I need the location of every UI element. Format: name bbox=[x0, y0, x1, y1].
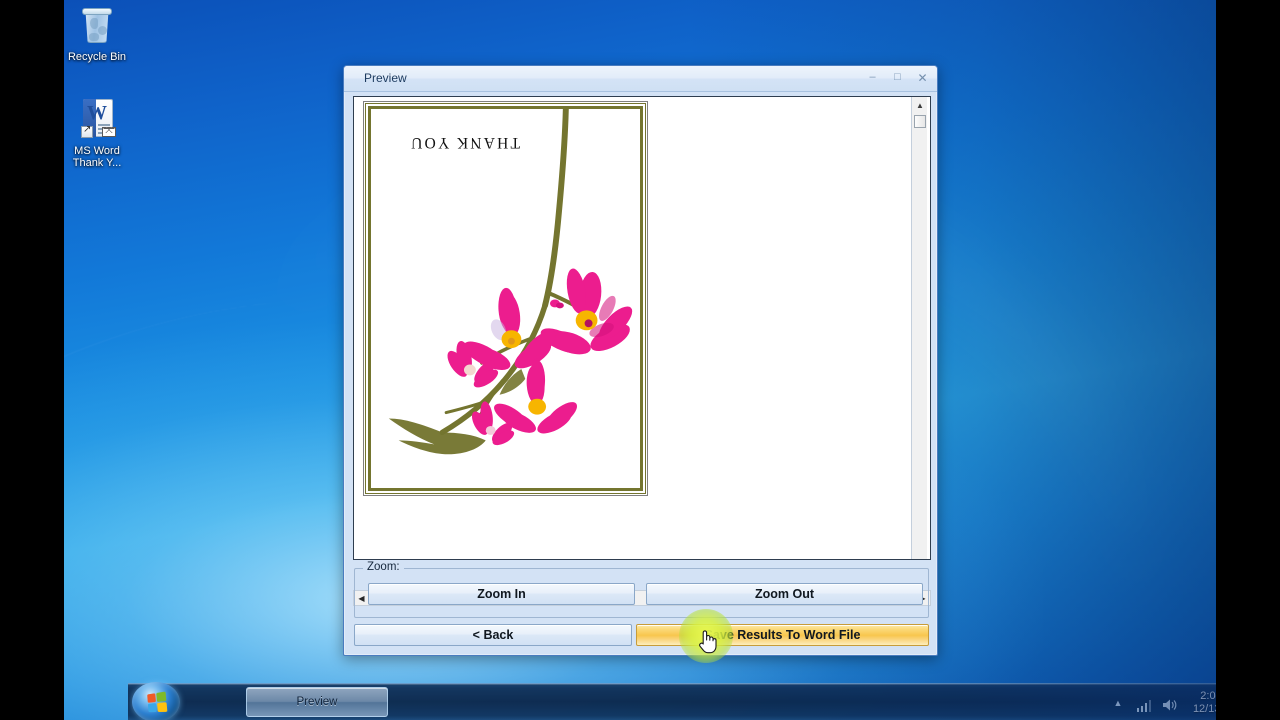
preview-window[interactable]: Preview – □ ✕ THANK YOU ▲ ◀ Zoom: Zoom I… bbox=[343, 65, 938, 656]
recycle-bin-icon bbox=[64, 4, 139, 48]
desktop-icon-label: Recycle Bin bbox=[67, 51, 127, 63]
close-button[interactable]: ✕ bbox=[914, 70, 931, 85]
volume-icon[interactable] bbox=[1161, 694, 1179, 712]
window-title: Preview bbox=[364, 71, 407, 85]
system-tray: ▲ 2:04 AM 12/13/2012 bbox=[1109, 684, 1216, 720]
document-page: THANK YOU bbox=[363, 101, 648, 496]
zoom-out-button[interactable]: Zoom Out bbox=[646, 583, 923, 605]
minimize-button[interactable]: – bbox=[864, 70, 881, 85]
maximize-button[interactable]: □ bbox=[889, 70, 906, 85]
clock-time: 2:04 AM bbox=[1200, 689, 1216, 702]
screen: Recycle Bin W MS Word Thank Y... bbox=[0, 0, 1280, 720]
vertical-scrollbar-thumb[interactable] bbox=[914, 115, 926, 128]
taskbar: Preview ▲ 2:04 AM 12 bbox=[128, 682, 1216, 720]
window-titlebar[interactable]: Preview – □ ✕ bbox=[344, 66, 937, 92]
taskbar-button-label: Preview bbox=[296, 696, 338, 708]
desktop-icon-recycle-bin[interactable]: Recycle Bin bbox=[64, 4, 139, 63]
zoom-in-button[interactable]: Zoom In bbox=[368, 583, 635, 605]
desktop-icon-ms-word-thank-you[interactable]: W MS Word Thank Y... bbox=[64, 98, 139, 169]
word-document-icon: W bbox=[64, 98, 139, 142]
clock[interactable]: 2:04 AM 12/13/2012 bbox=[1187, 690, 1216, 716]
clock-date: 12/13/2012 bbox=[1192, 702, 1216, 715]
network-icon[interactable] bbox=[1135, 694, 1153, 712]
back-button[interactable]: < Back bbox=[354, 624, 632, 646]
start-button[interactable] bbox=[132, 682, 180, 720]
document-preview-canvas[interactable]: THANK YOU bbox=[353, 96, 931, 560]
vertical-scrollbar[interactable]: ▲ bbox=[911, 97, 927, 559]
save-results-to-word-file-button[interactable]: Save Results To Word File bbox=[636, 624, 929, 646]
zoom-group-label: Zoom: bbox=[363, 561, 404, 573]
taskbar-button-preview[interactable]: Preview bbox=[246, 687, 388, 717]
scroll-up-button[interactable]: ▲ bbox=[912, 97, 928, 114]
orchid-flowers-illustration bbox=[388, 109, 633, 455]
document-page-content: THANK YOU bbox=[365, 103, 646, 494]
desktop-icon-label-line2: Thank Y... bbox=[72, 157, 122, 169]
show-hidden-icons-icon[interactable]: ▲ bbox=[1109, 694, 1127, 712]
desktop-icon-label-line1: MS Word bbox=[74, 145, 120, 157]
windows-logo-icon bbox=[146, 691, 167, 712]
zoom-group-box: Zoom: Zoom In Zoom Out bbox=[354, 561, 929, 618]
window-controls: – □ ✕ bbox=[864, 70, 931, 85]
